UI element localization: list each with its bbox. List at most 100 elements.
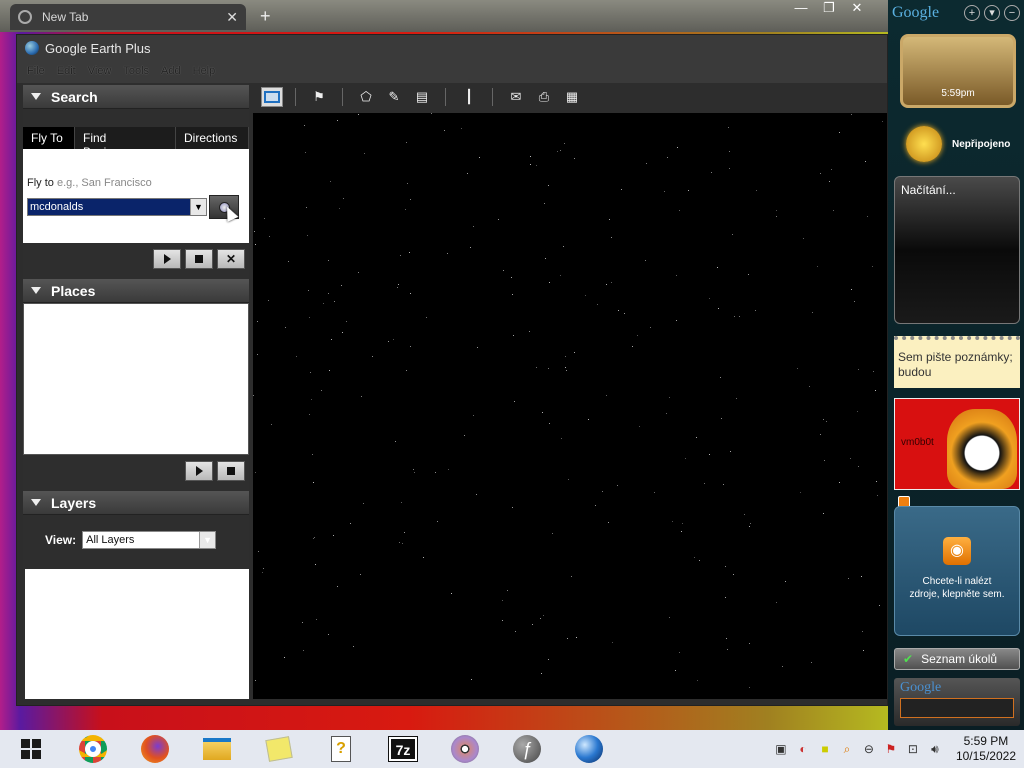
- window-title: Google Earth Plus: [45, 40, 151, 56]
- taskbar-help[interactable]: ?: [310, 730, 372, 768]
- restore-icon[interactable]: ❐: [818, 0, 840, 16]
- star: [829, 181, 830, 182]
- star: [358, 272, 359, 273]
- minimize-icon[interactable]: —: [790, 0, 812, 16]
- color-tray-icon[interactable]: ◐: [796, 742, 810, 756]
- view-in-maps-button[interactable]: ▦: [561, 87, 583, 107]
- menu-tools[interactable]: Tools: [123, 65, 149, 77]
- taskbar-7zip[interactable]: 7z: [372, 730, 434, 768]
- minimize-icon[interactable]: −: [1004, 5, 1020, 21]
- star: [858, 466, 859, 467]
- taskbar-clock[interactable]: 5:59 PM 10/15/2022: [956, 734, 1016, 764]
- search-button[interactable]: [209, 195, 239, 222]
- minus-tray-icon[interactable]: ⊖: [862, 742, 876, 756]
- layers-header[interactable]: Layers: [23, 491, 249, 515]
- search-tray-icon[interactable]: ⌕: [840, 742, 854, 756]
- close-icon[interactable]: ✕: [846, 0, 868, 16]
- search-header-label: Search: [51, 88, 98, 105]
- ruler-button[interactable]: ┃: [458, 87, 480, 107]
- notes-tray-icon[interactable]: ■: [818, 742, 832, 756]
- chevron-down-icon[interactable]: ▼: [199, 532, 216, 548]
- star: [255, 244, 256, 245]
- places-list[interactable]: [23, 303, 249, 455]
- layers-list[interactable]: [25, 569, 249, 699]
- taskbar-file-explorer[interactable]: [186, 730, 248, 768]
- fly-to-row: ▼: [27, 195, 245, 222]
- taskbar-media-player[interactable]: [434, 730, 496, 768]
- world-clock-gadget[interactable]: 5:59pm: [900, 34, 1016, 108]
- fly-to-input[interactable]: [28, 199, 190, 215]
- add-path-button[interactable]: ✎: [383, 87, 405, 107]
- star: [704, 483, 705, 484]
- star: [413, 469, 414, 470]
- options-icon[interactable]: ▾: [984, 5, 1000, 21]
- tab-fly-to[interactable]: Fly To: [23, 127, 75, 149]
- browser-tab[interactable]: New Tab ✕: [10, 4, 246, 30]
- rss-gadget[interactable]: ◉ Chcete-li nalézt zdroje, klepněte sem.: [894, 506, 1020, 636]
- star: [328, 260, 329, 261]
- fly-to-combobox[interactable]: ▼: [27, 198, 207, 216]
- menu-view[interactable]: View: [88, 65, 112, 77]
- taskbar-chrome[interactable]: [62, 730, 124, 768]
- email-button[interactable]: ✉: [505, 87, 527, 107]
- volume-icon[interactable]: 🔊︎: [928, 742, 942, 756]
- taskbar-firefox[interactable]: [124, 730, 186, 768]
- search-header[interactable]: Search: [23, 85, 249, 109]
- start-button[interactable]: [0, 730, 62, 768]
- star: [597, 304, 598, 305]
- news-feed-gadget[interactable]: Načítání...: [894, 176, 1020, 324]
- sidebar-controls: + ▾ −: [964, 5, 1024, 21]
- new-tab-button[interactable]: +: [260, 6, 271, 27]
- print-button[interactable]: ⎙: [533, 87, 555, 107]
- add-overlay-button[interactable]: ▤: [411, 87, 433, 107]
- play-button[interactable]: [153, 249, 181, 269]
- star: [609, 219, 610, 220]
- flag-tray-icon[interactable]: ⚑: [884, 742, 898, 756]
- star: [328, 293, 329, 294]
- google-search-input[interactable]: [900, 698, 1014, 718]
- star: [711, 172, 712, 173]
- star: [464, 435, 465, 436]
- weather-gadget[interactable]: Nepřipojeno: [906, 124, 1018, 164]
- network-tray-icon[interactable]: ⊡: [906, 742, 920, 756]
- menu-help[interactable]: Help: [193, 65, 216, 77]
- close-tab-icon[interactable]: ✕: [226, 9, 238, 26]
- star: [310, 372, 311, 373]
- star: [727, 649, 728, 650]
- add-placemark-button[interactable]: ⚑: [308, 87, 330, 107]
- play-button[interactable]: [185, 461, 213, 481]
- star: [676, 320, 677, 321]
- taskbar-sticky-notes[interactable]: [248, 730, 310, 768]
- layers-view-select[interactable]: All Layers ▼: [82, 531, 217, 549]
- star: [861, 576, 862, 577]
- picture-gadget[interactable]: vm0b0t: [894, 398, 1020, 490]
- star: [328, 634, 329, 635]
- taskbar-flash[interactable]: ƒ: [496, 730, 558, 768]
- star: [851, 114, 852, 115]
- places-header[interactable]: Places: [23, 279, 249, 303]
- star: [350, 523, 351, 524]
- tab-find-businesses[interactable]: Find Businesses: [75, 127, 176, 159]
- star: [811, 662, 812, 663]
- photos-tray-icon[interactable]: ▣: [774, 742, 788, 756]
- menu-edit[interactable]: Edit: [57, 65, 76, 77]
- star: [676, 275, 677, 276]
- star: [529, 331, 530, 332]
- menu-file[interactable]: File: [27, 65, 45, 77]
- clear-button[interactable]: ✕: [217, 249, 245, 269]
- menu-add[interactable]: Add: [161, 65, 181, 77]
- chevron-down-icon[interactable]: ▼: [190, 199, 206, 215]
- earth-3d-view[interactable]: [253, 113, 887, 699]
- notes-gadget[interactable]: Sem pište poznámky; budou: [894, 336, 1020, 388]
- task-list-gadget[interactable]: ✔ Seznam úkolů: [894, 648, 1020, 670]
- tab-title: New Tab: [42, 10, 89, 24]
- sidebar-toggle-button[interactable]: [261, 87, 283, 107]
- star: [817, 266, 818, 267]
- stop-icon: [195, 255, 203, 263]
- add-polygon-button[interactable]: ⬠: [355, 87, 377, 107]
- tab-directions[interactable]: Directions: [176, 127, 249, 149]
- stop-button[interactable]: [217, 461, 245, 481]
- stop-button[interactable]: [185, 249, 213, 269]
- taskbar-google-earth[interactable]: [558, 730, 620, 768]
- add-gadget-icon[interactable]: +: [964, 5, 980, 21]
